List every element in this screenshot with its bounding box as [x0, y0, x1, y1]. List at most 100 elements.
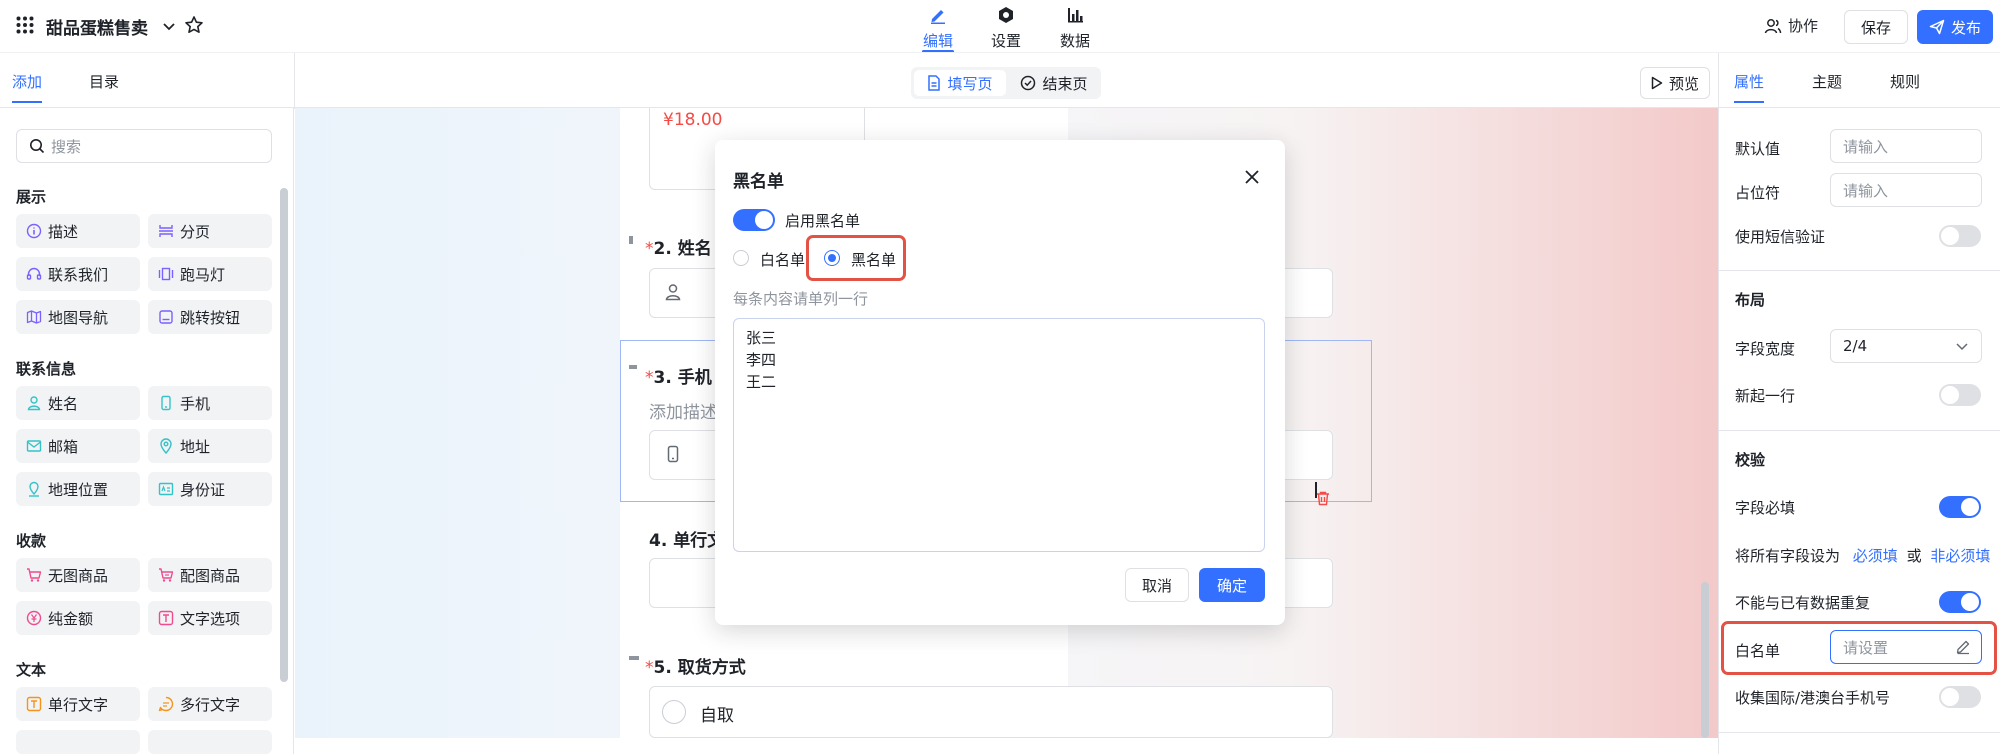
component-contact-us[interactable]: 联系我们	[16, 257, 140, 291]
default-value-input[interactable]: 请输入	[1830, 129, 1982, 163]
star-icon[interactable]	[184, 15, 204, 35]
left-scrollbar[interactable]	[280, 188, 288, 682]
apps-grid-icon[interactable]	[16, 16, 34, 34]
component-single-line-text[interactable]: 单行文字	[16, 687, 140, 721]
highlight-box	[1721, 621, 1997, 675]
tab-properties[interactable]: 属性	[1734, 71, 1765, 103]
component-panel: 搜索 展示 描述 分页 联系我们 跑马灯 地图导航 跳转按钮 联系信息 姓名 手…	[0, 108, 294, 754]
component-description[interactable]: 描述	[16, 214, 140, 248]
component-jump-button[interactable]: 跳转按钮	[148, 300, 272, 334]
set-all-required-link[interactable]: 必须填	[1853, 547, 1898, 565]
group-title: 收款	[16, 532, 47, 550]
person-icon	[664, 283, 682, 301]
page-break-icon	[158, 223, 174, 239]
list-hint: 每条内容请单列一行	[733, 290, 869, 308]
search-icon	[29, 138, 45, 154]
new-line-toggle[interactable]	[1939, 384, 1981, 406]
sms-verify-toggle[interactable]	[1939, 225, 1981, 247]
pickup-option[interactable]: 自取	[649, 686, 1333, 738]
component-address[interactable]: 地址	[148, 429, 272, 463]
component-page-break[interactable]: 分页	[148, 214, 272, 248]
component-geo-location[interactable]: 地理位置	[16, 472, 140, 506]
list-textarea[interactable]: 张三 李四 王二	[733, 318, 1265, 552]
tab-theme[interactable]: 主题	[1812, 71, 1842, 92]
confirm-button[interactable]: 确定	[1199, 568, 1265, 602]
field-width-label: 字段宽度	[1735, 340, 1796, 358]
component-product-with-image[interactable]: 配图商品	[148, 558, 272, 592]
section-title-validation: 校验	[1735, 451, 1766, 469]
field-width-select[interactable]: 2/4	[1830, 329, 1982, 363]
component-amount[interactable]: 纯金额	[16, 601, 140, 635]
group-title: 展示	[16, 188, 47, 206]
required-label: 字段必填	[1735, 499, 1796, 517]
cart-icon	[26, 567, 42, 583]
tab-fill-page[interactable]: 填写页	[914, 70, 1006, 96]
component-map-nav[interactable]: 地图导航	[16, 300, 140, 334]
mail-icon	[26, 438, 42, 454]
drag-handle-icon[interactable]	[629, 236, 633, 244]
save-button[interactable]: 保存	[1844, 10, 1908, 44]
section-title-layout: 布局	[1735, 291, 1766, 309]
tab-data[interactable]: 数据	[1045, 4, 1105, 51]
required-toggle[interactable]	[1939, 496, 1981, 518]
settings-icon	[976, 4, 1036, 26]
top-bar: 甜品蛋糕售卖 编辑 设置 数据 协作 保存 发布	[0, 0, 2000, 53]
send-icon	[1929, 19, 1945, 35]
person-icon	[26, 395, 42, 411]
new-line-label: 新起一行	[1735, 387, 1796, 405]
publish-button[interactable]: 发布	[1917, 10, 1993, 44]
component-name[interactable]: 姓名	[16, 386, 140, 420]
tab-add[interactable]: 添加	[12, 71, 43, 103]
cancel-button[interactable]: 取消	[1125, 568, 1189, 602]
component-carousel[interactable]: 跑马灯	[148, 257, 272, 291]
field-label: 4. 单行文	[649, 531, 725, 551]
component-email[interactable]: 邮箱	[16, 429, 140, 463]
edit-icon	[908, 4, 968, 26]
no-duplicate-toggle[interactable]	[1939, 591, 1981, 613]
component-more[interactable]	[148, 730, 272, 754]
yen-icon	[26, 610, 42, 626]
component-multi-line-text[interactable]: 多行文字	[148, 687, 272, 721]
radio-whitelist-label[interactable]: 白名单	[760, 249, 805, 270]
divider	[1719, 270, 2000, 271]
component-product-no-image[interactable]: 无图商品	[16, 558, 140, 592]
component-text-option[interactable]: 文字选项	[148, 601, 272, 635]
location-icon	[158, 438, 174, 454]
field-label: *2. 姓名	[645, 239, 712, 259]
canvas-scrollbar[interactable]	[1701, 582, 1709, 738]
play-icon	[1651, 76, 1663, 90]
placeholder-input[interactable]: 请输入	[1830, 173, 1982, 207]
intl-phone-label: 收集国际/港澳台手机号	[1735, 689, 1891, 707]
highlight-box	[806, 235, 906, 281]
enable-blacklist-label: 启用黑名单	[785, 212, 861, 230]
chevron-down-icon[interactable]	[162, 19, 176, 33]
tab-rules[interactable]: 规则	[1890, 71, 1920, 92]
jump-button-icon	[158, 309, 174, 325]
phone-icon	[158, 395, 174, 411]
drag-handle-icon[interactable]	[629, 656, 639, 660]
geo-icon	[26, 481, 42, 497]
component-id-card[interactable]: 身份证	[148, 472, 272, 506]
placeholder-label: 占位符	[1735, 184, 1781, 202]
component-phone[interactable]: 手机	[148, 386, 272, 420]
enable-blacklist-toggle[interactable]	[733, 209, 775, 231]
component-more[interactable]	[16, 730, 140, 754]
close-icon[interactable]	[1241, 166, 1263, 188]
delete-icon[interactable]	[1315, 490, 1331, 506]
tab-settings[interactable]: 设置	[976, 4, 1036, 51]
radio-button[interactable]	[662, 700, 686, 724]
collab-button[interactable]: 协作	[1764, 15, 1818, 36]
divider	[294, 53, 295, 109]
page-switcher: 填写页 结束页	[911, 67, 1101, 99]
single-line-icon	[26, 696, 42, 712]
preview-button[interactable]: 预览	[1640, 67, 1710, 99]
tab-end-page[interactable]: 结束页	[1010, 70, 1098, 96]
field-label: *5. 取货方式	[645, 658, 746, 678]
set-all-optional-link[interactable]: 非必须填	[1930, 547, 1990, 565]
tab-edit[interactable]: 编辑	[908, 4, 968, 53]
tab-catalog[interactable]: 目录	[89, 71, 119, 92]
radio-whitelist[interactable]	[733, 250, 749, 266]
search-input[interactable]: 搜索	[16, 129, 272, 163]
intl-phone-toggle[interactable]	[1939, 686, 1981, 708]
set-all-fields: 将所有字段设为 必须填 或 非必须填	[1735, 547, 1991, 565]
